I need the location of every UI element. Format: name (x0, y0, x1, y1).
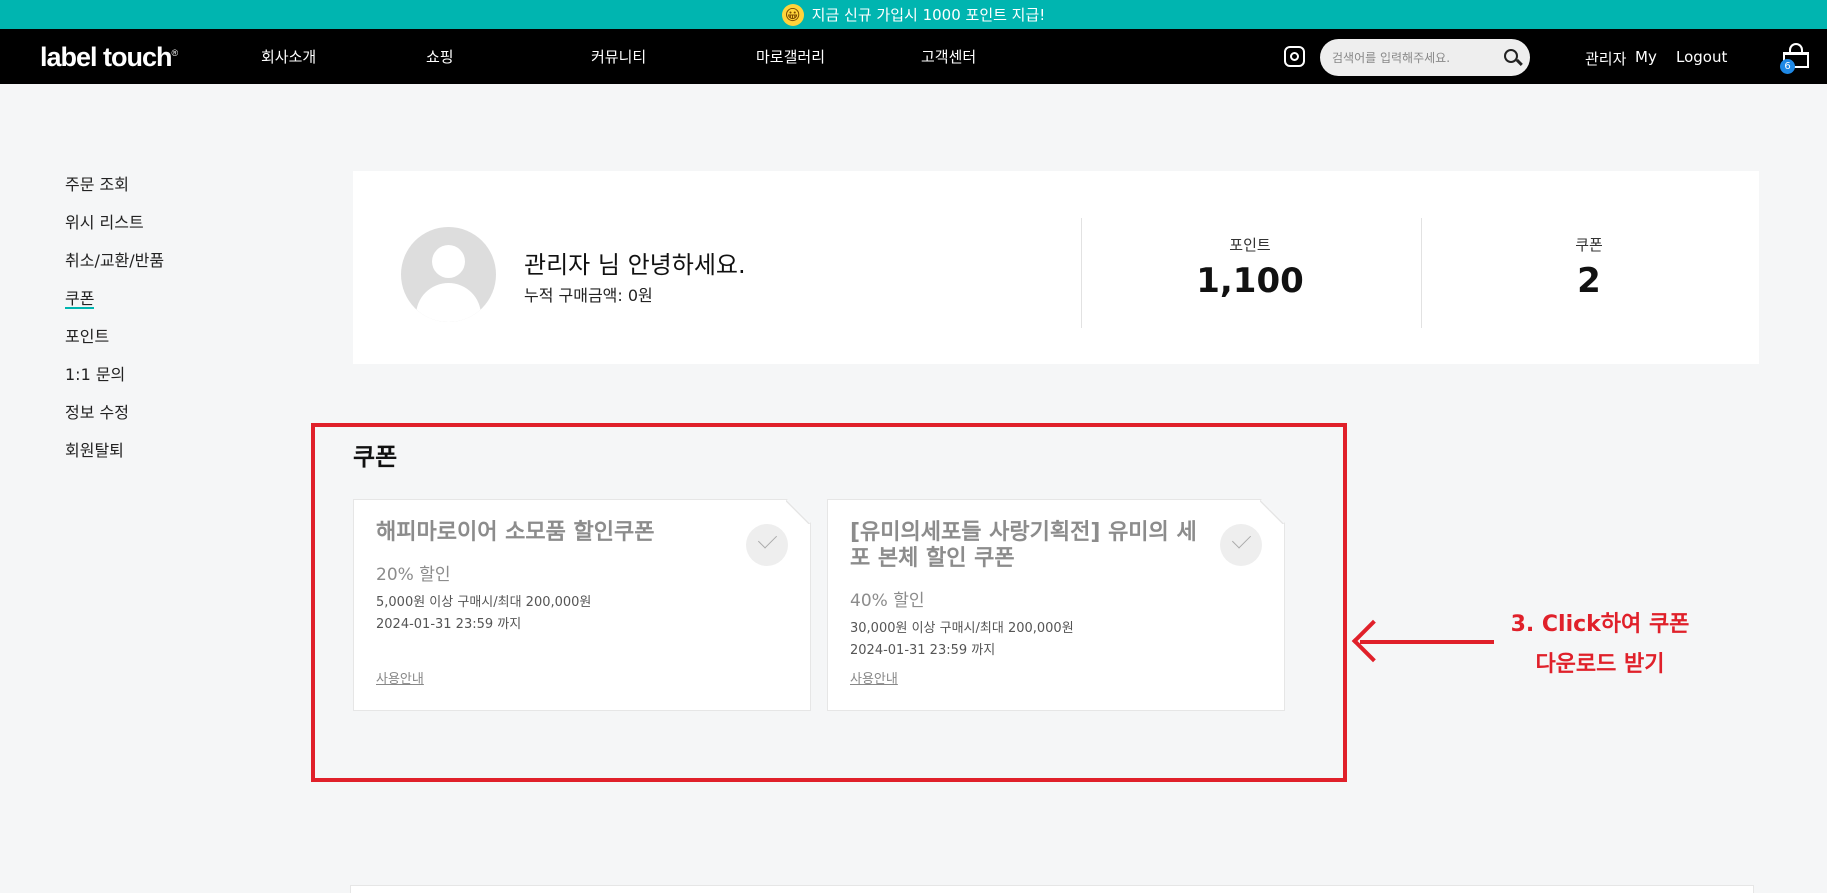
user-name[interactable]: 관리자 (1585, 48, 1626, 69)
instagram-icon[interactable] (1284, 46, 1305, 67)
divider (1081, 218, 1082, 328)
my-page-link[interactable]: My (1635, 48, 1657, 66)
main-header: label touch® 회사소개 쇼핑 커뮤니티 마로갤러리 고객센터 관리자… (0, 29, 1827, 84)
menu-gallery[interactable]: 마로갤러리 (756, 46, 825, 67)
sidebar-item-edit-info[interactable]: 정보 수정 (65, 399, 164, 437)
search-input[interactable] (1332, 39, 1497, 76)
cart-button[interactable]: 6 (1780, 43, 1810, 74)
sidebar-item-withdraw[interactable]: 회원탈퇴 (65, 437, 164, 475)
avatar (401, 227, 496, 322)
search-box (1320, 39, 1530, 76)
arrow-head (1351, 619, 1395, 663)
instruction-line-1: 3. Click하여 쿠폰 (1510, 612, 1690, 637)
instruction-line-2: 다운로드 받기 (1535, 652, 1665, 677)
highlight-box (311, 423, 1347, 782)
total-purchase-text: 누적 구매금액: 0원 (524, 286, 653, 305)
coupon-value: 2 (1577, 261, 1601, 301)
menu-community[interactable]: 커뮤니티 (591, 46, 646, 67)
point-label: 포인트 (1229, 236, 1271, 254)
menu-shopping[interactable]: 쇼핑 (426, 46, 454, 67)
promo-banner[interactable]: 😀 지금 신규 가입시 1000 포인트 지급! (0, 0, 1827, 29)
search-icon[interactable] (1504, 49, 1518, 63)
smile-emoji-icon: 😀 (781, 3, 804, 26)
sidebar-item-orders[interactable]: 주문 조회 (65, 171, 164, 209)
menu-company[interactable]: 회사소개 (261, 46, 316, 67)
promo-banner-text: 지금 신규 가입시 1000 포인트 지급! (811, 6, 1046, 24)
coupon-label: 쿠폰 (1575, 236, 1603, 254)
instruction-note: 3. Click하여 쿠폰 다운로드 받기 (1490, 605, 1710, 685)
user-icon (432, 245, 465, 278)
divider (1421, 218, 1422, 328)
sidebar-item-returns[interactable]: 취소/교환/반품 (65, 247, 164, 285)
logout-link[interactable]: Logout (1676, 48, 1727, 66)
point-stat[interactable]: 포인트 1,100 (1150, 234, 1350, 301)
bottom-card (350, 885, 1754, 893)
menu-customer-center[interactable]: 고객센터 (921, 46, 976, 67)
sidebar-item-wishlist[interactable]: 위시 리스트 (65, 209, 164, 247)
cart-count-badge: 6 (1780, 59, 1795, 74)
greeting-text: 관리자 님 안녕하세요. (524, 251, 746, 279)
sidebar-item-inquiry[interactable]: 1:1 문의 (65, 361, 164, 399)
profile-summary-card: 관리자 님 안녕하세요. 누적 구매금액: 0원 포인트 1,100 쿠폰 2 (353, 171, 1759, 364)
sidebar-item-points[interactable]: 포인트 (65, 323, 164, 361)
mypage-sidebar: 주문 조회 위시 리스트 취소/교환/반품 쿠폰 포인트 1:1 문의 정보 수… (65, 171, 164, 475)
point-value: 1,100 (1196, 261, 1304, 301)
coupon-stat[interactable]: 쿠폰 2 (1489, 234, 1689, 301)
sidebar-item-coupon[interactable]: 쿠폰 (65, 285, 95, 309)
logo[interactable]: label touch® (40, 42, 178, 73)
